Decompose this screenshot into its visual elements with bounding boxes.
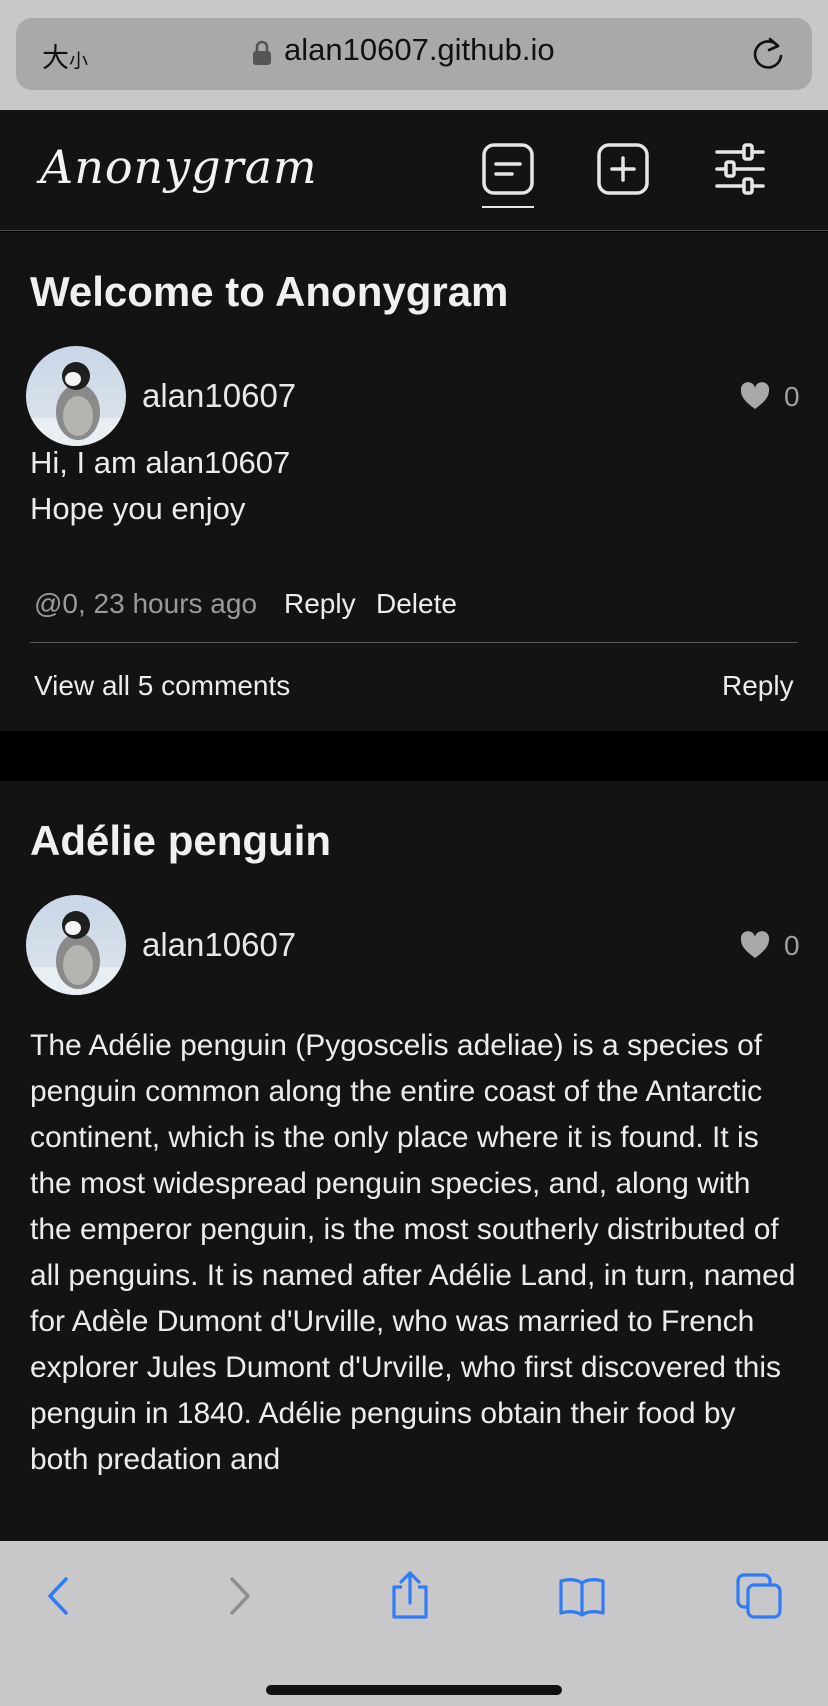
- reply-footer-button[interactable]: Reply: [722, 670, 794, 702]
- heart-icon[interactable]: [740, 382, 770, 410]
- browser-top-bar: 大小 alan10607.github.io: [0, 0, 828, 110]
- share-icon[interactable]: [386, 1571, 434, 1621]
- bookmarks-icon[interactable]: [558, 1571, 606, 1621]
- browser-bottom-toolbar: [0, 1541, 828, 1706]
- tabs-icon[interactable]: [736, 1571, 784, 1621]
- post-title[interactable]: Adélie penguin: [30, 817, 331, 865]
- text-size-small: 小: [69, 50, 89, 72]
- lock-icon: [253, 40, 271, 65]
- avatar[interactable]: [26, 895, 126, 995]
- avatar[interactable]: [26, 346, 126, 446]
- post-title[interactable]: Welcome to Anonygram: [30, 268, 508, 316]
- post-author[interactable]: alan10607: [142, 346, 296, 446]
- delete-button[interactable]: Delete: [376, 588, 457, 620]
- like-count: 0: [784, 930, 800, 961]
- post-card: Adélie penguin alan10607 0 The Adélie pe…: [0, 781, 828, 1541]
- post-body: Hi, I am alan10607 Hope you enjoy: [30, 445, 291, 526]
- app-logo[interactable]: Anonygram: [40, 140, 318, 194]
- sliders-icon[interactable]: [713, 142, 767, 196]
- address-bar[interactable]: 大小 alan10607.github.io: [16, 18, 812, 90]
- page: 大小 alan10607.github.io Anonygram Welcome…: [0, 0, 828, 1706]
- view-comments-link[interactable]: View all 5 comments: [34, 670, 290, 702]
- url-text[interactable]: alan10607.github.io: [284, 32, 555, 68]
- post-card: Welcome to Anonygram alan10607 0 Hi, I a…: [0, 232, 828, 731]
- penguin-avatar-image: [26, 346, 126, 446]
- home-indicator: [266, 1685, 562, 1695]
- penguin-avatar-image: [26, 895, 126, 995]
- document-lines-icon[interactable]: [481, 142, 535, 196]
- reply-button[interactable]: Reply: [284, 588, 356, 620]
- post-author[interactable]: alan10607: [142, 895, 296, 995]
- text-size-large: 大: [42, 43, 69, 74]
- text-size-button[interactable]: 大小: [42, 36, 88, 75]
- reload-icon[interactable]: [750, 34, 786, 72]
- post-body: The Adélie penguin (Pygoscelis adeliae) …: [30, 1029, 796, 1476]
- heart-icon[interactable]: [740, 931, 770, 959]
- forward-icon[interactable]: [214, 1571, 262, 1621]
- like-count: 0: [784, 381, 800, 412]
- active-tab-indicator: [482, 206, 534, 208]
- plus-square-icon[interactable]: [596, 142, 650, 196]
- back-icon[interactable]: [36, 1571, 84, 1621]
- app-header: Anonygram: [0, 110, 828, 231]
- divider: [30, 642, 798, 643]
- post-meta: @0, 23 hours ago: [34, 588, 258, 619]
